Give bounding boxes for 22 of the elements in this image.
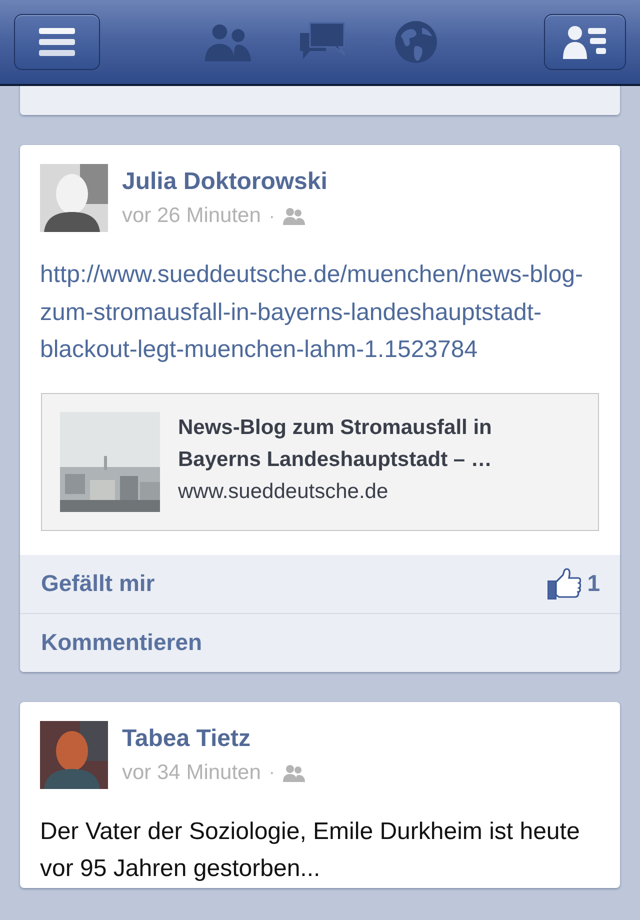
thumbs-up-icon xyxy=(547,568,582,600)
preview-title: News-Blog zum Stromausfall in Bayerns Landeshauptstadt – … xyxy=(178,414,493,472)
post-text: Der Vater der Soziologie, Emile Durkheim ist heute vor 95 Jahren gestorben... xyxy=(39,816,581,884)
like-count: 1 xyxy=(587,570,600,597)
separator-dot: · xyxy=(268,762,275,783)
audience-friends-icon xyxy=(282,207,305,225)
menu-icon xyxy=(37,26,77,58)
post-time: vor 34 Minuten xyxy=(122,760,261,784)
contacts-button[interactable] xyxy=(544,14,626,70)
author-name[interactable]: Tabea Tietz xyxy=(122,724,305,752)
link-preview[interactable]: News-Blog zum Stromausfall in Bayerns Landeshauptstadt – … www.sueddeutsche.de xyxy=(41,392,599,530)
like-link[interactable]: Gefällt mir xyxy=(41,570,155,597)
menu-button[interactable] xyxy=(14,14,100,70)
post-time: vor 26 Minuten xyxy=(122,204,261,228)
preview-domain: www.sueddeutsche.de xyxy=(178,478,390,504)
comment-link[interactable]: Kommentieren xyxy=(41,629,202,656)
separator-dot: · xyxy=(268,206,275,226)
contact-list-icon xyxy=(562,24,608,60)
audience-friends-icon xyxy=(282,764,305,782)
post-link[interactable]: http://www.sueddeutsche.de/muenchen/news-blog-zum-stromausfall-in-bayerns-landeshauptstadt-blackout-legt-muenchen-lahm-1.1523784 xyxy=(20,232,620,368)
author-name[interactable]: Julia Doktorowski xyxy=(122,168,328,196)
globe-icon xyxy=(392,20,440,64)
